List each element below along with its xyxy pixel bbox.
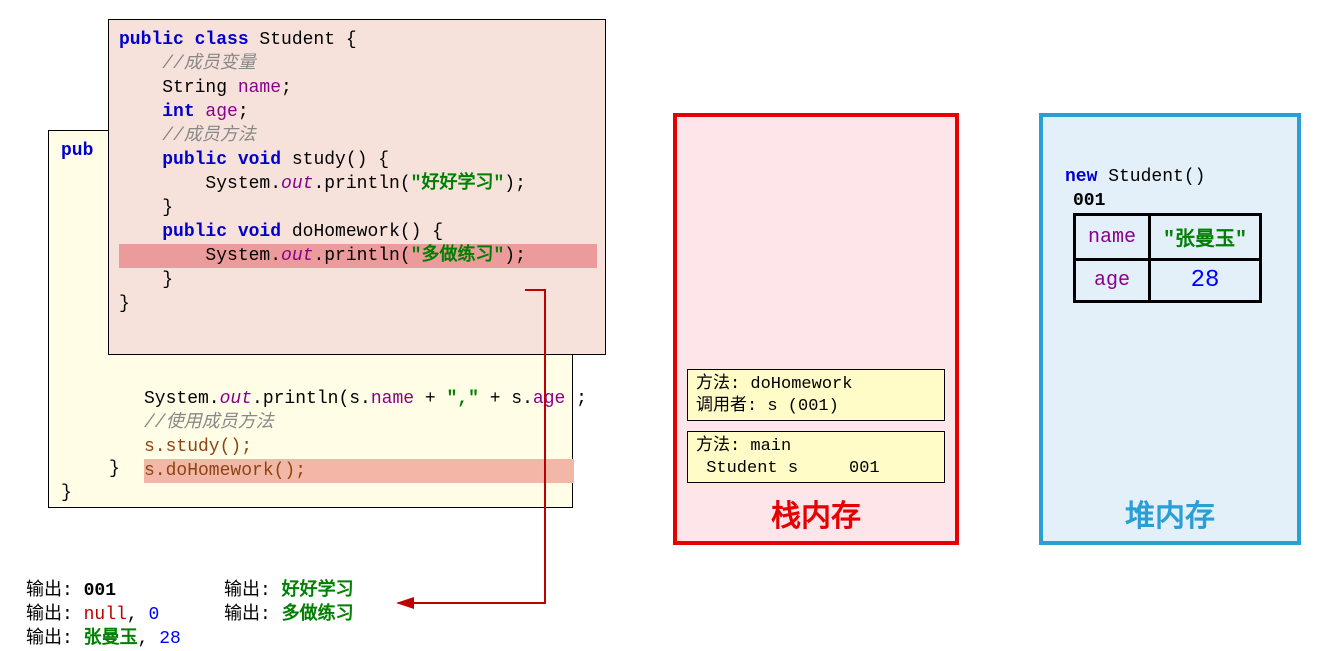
code-field: age (533, 389, 565, 409)
stack-memory-box: 方法: doHomework 调用者: s (001) 方法: main Stu… (673, 113, 959, 545)
code-text: } (119, 198, 173, 218)
code-text: study() { (281, 150, 389, 170)
code-out: out (281, 246, 313, 266)
code-field: name (238, 78, 281, 98)
output-label: 输出: (224, 605, 282, 625)
code-kw: public class (119, 30, 249, 50)
code-text (119, 102, 162, 122)
heap-address: 001 (1073, 191, 1105, 211)
code-text: ); (504, 246, 526, 266)
stack-frame-dohomework: 方法: doHomework 调用者: s (001) (687, 369, 945, 421)
heap-memory-box: new Student() 001 name "张曼玉" age 28 堆内存 (1039, 113, 1301, 545)
code-text: Student() (1097, 167, 1205, 187)
code-text: } (119, 270, 173, 290)
code-field: name (371, 389, 414, 409)
code-kw: new (1065, 167, 1097, 187)
code-comment: //成员变量 (119, 54, 256, 74)
code-text: + (414, 389, 446, 409)
output-label: 输出: (26, 581, 84, 601)
code-text: .println(s. (252, 389, 371, 409)
code-string: "多做练习" (411, 246, 505, 266)
student-class-code-panel: public class Student { //成员变量 String nam… (108, 19, 606, 355)
frame-line: 方法: main (696, 437, 791, 456)
code-text: String (119, 78, 238, 98)
output-sep: , (127, 605, 149, 625)
frame-line: Student s 001 (696, 459, 880, 478)
code-comment: //成员方法 (119, 126, 256, 146)
output-value: null (84, 605, 127, 625)
code-brace: } (61, 483, 72, 503)
output-value: 张曼玉 (84, 629, 138, 649)
output-label: 输出: (224, 581, 282, 601)
code-text: ); (504, 174, 526, 194)
code-fragment-pub: pub (61, 141, 93, 161)
code-out: out (220, 389, 252, 409)
heap-new-expr: new Student() (1065, 167, 1205, 187)
output-value: 0 (148, 605, 159, 625)
code-text: ; (565, 389, 587, 409)
console-outputs: 输出: 001 输出: 好好学习 输出: null, 0 输出: 多做练习 输出… (26, 555, 354, 651)
stack-frame-main: 方法: main Student s 001 (687, 431, 945, 483)
code-out: out (281, 174, 313, 194)
code-text: } (119, 294, 130, 314)
code-text: ; (238, 102, 249, 122)
stack-title: 栈内存 (677, 491, 955, 535)
output-value: 好好学习 (282, 581, 354, 601)
heap-field-age-value: 28 (1150, 260, 1261, 302)
output-value: 001 (84, 581, 116, 601)
code-string: "," (446, 389, 478, 409)
code-field: age (195, 102, 238, 122)
output-sep: , (138, 629, 160, 649)
code-text: ; (281, 78, 292, 98)
output-value: 多做练习 (282, 605, 354, 625)
output-label: 输出: (26, 605, 84, 625)
code-text: doHomework() { (281, 222, 443, 242)
heap-field-name-value: "张曼玉" (1150, 215, 1261, 260)
code-text: System. (119, 246, 281, 266)
code-text: System. (119, 174, 281, 194)
frame-line: 调用者: s (001) (696, 397, 839, 416)
code-kw: public void (162, 150, 281, 170)
code-text (119, 150, 162, 170)
code-text: .println( (313, 174, 410, 194)
code-text: System. (144, 389, 220, 409)
code-brace: } (109, 459, 120, 479)
code-string: "好好学习" (411, 174, 505, 194)
heap-title: 堆内存 (1043, 491, 1297, 535)
heap-field-name-label: name (1075, 215, 1150, 260)
output-value: 28 (159, 629, 181, 649)
heap-field-age-label: age (1075, 260, 1150, 302)
code-text: .println( (313, 246, 410, 266)
demo-code-body: System.out.println(s.name + "," + s.age … (144, 363, 587, 507)
code-kw: public void (162, 222, 281, 242)
code-call-dohomework: s.doHomework(); (144, 461, 306, 481)
code-text (119, 222, 162, 242)
code-call-study: s.study(); (144, 437, 252, 457)
code-text: Student { (249, 30, 357, 50)
code-kw: int (162, 102, 194, 122)
output-label: 输出: (26, 629, 84, 649)
code-comment: //使用成员方法 (144, 413, 274, 433)
student-class-code: public class Student { //成员变量 String nam… (119, 28, 595, 316)
frame-line: 方法: doHomework (696, 375, 852, 394)
heap-object-table: name "张曼玉" age 28 (1073, 213, 1262, 303)
code-text: + s. (479, 389, 533, 409)
